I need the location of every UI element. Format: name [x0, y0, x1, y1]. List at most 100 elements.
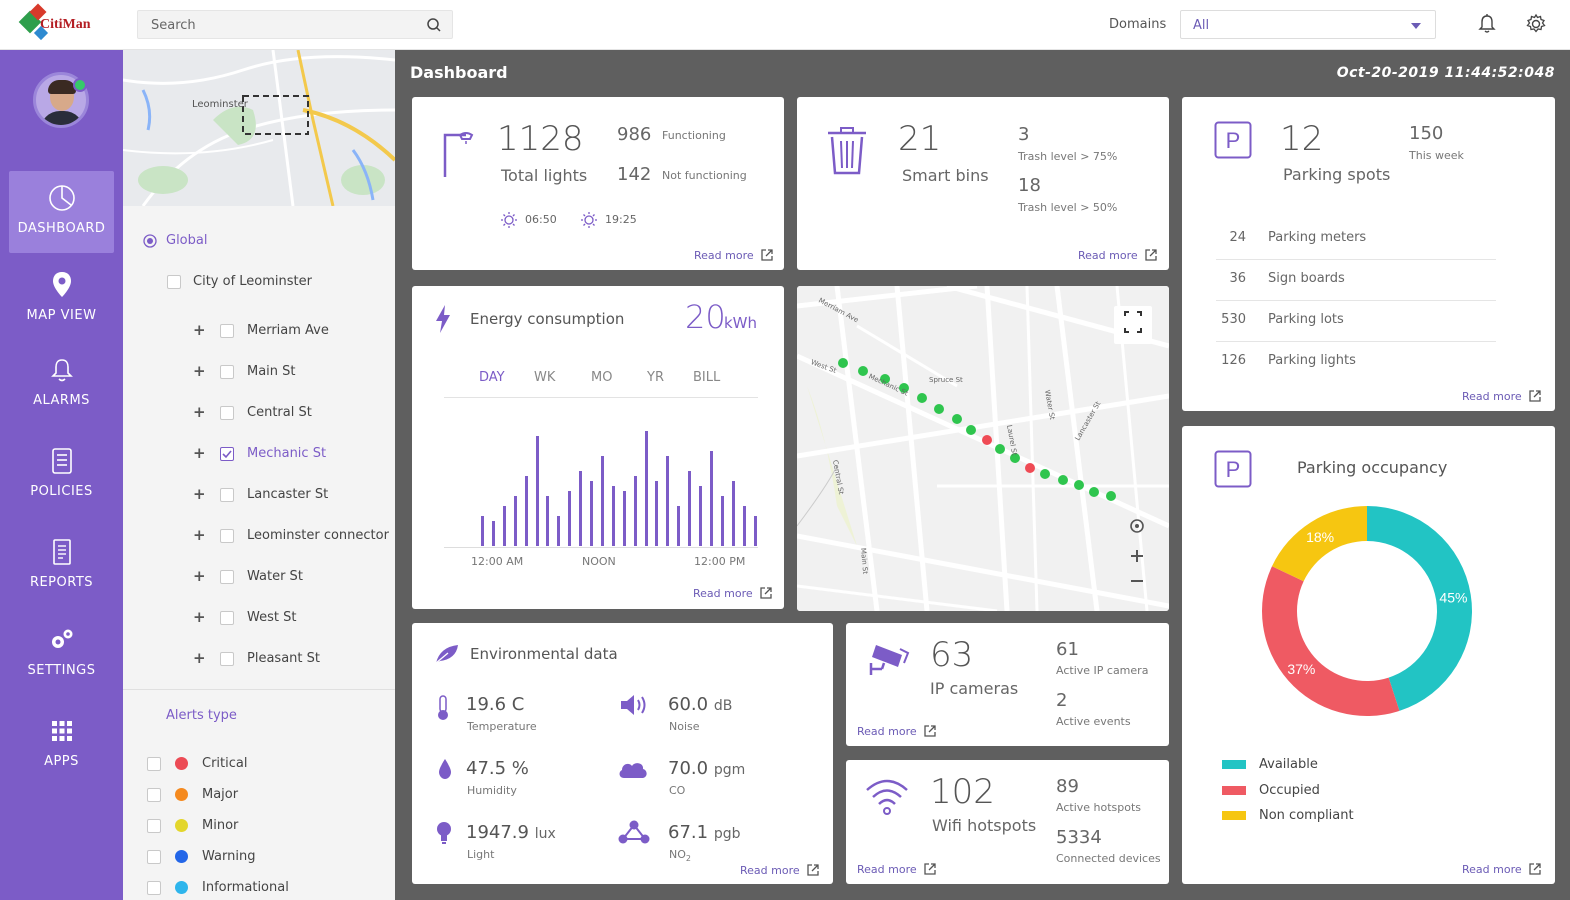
map-zoom-in-button[interactable]	[1127, 546, 1147, 566]
env-read-more[interactable]: Read more	[740, 863, 820, 877]
sensor-marker[interactable]	[952, 414, 962, 424]
energy-bar[interactable]	[633, 476, 637, 546]
parking-read-more[interactable]: Read more	[1462, 389, 1542, 403]
street-checkbox[interactable]	[220, 365, 234, 379]
energy-bar[interactable]	[481, 516, 484, 546]
energy-bar[interactable]	[579, 471, 583, 546]
expand-plus-icon[interactable]: +	[193, 526, 206, 544]
app-logo[interactable]: CitiMan	[14, 3, 109, 46]
energy-bar[interactable]	[688, 471, 692, 546]
radio-selected-icon[interactable]	[143, 234, 157, 248]
map-zoom-out-button[interactable]	[1127, 571, 1147, 591]
gear-icon[interactable]	[1525, 13, 1547, 35]
expand-plus-icon[interactable]: +	[193, 444, 206, 462]
energy-bar[interactable]	[557, 516, 561, 546]
sensor-marker[interactable]	[838, 358, 848, 368]
expand-plus-icon[interactable]: +	[193, 403, 206, 421]
search-input[interactable]: Search	[137, 10, 453, 39]
nav-dashboard[interactable]: DASHBOARD	[9, 171, 114, 253]
sensor-marker[interactable]	[934, 404, 944, 414]
sensor-marker[interactable]	[858, 366, 868, 376]
energy-bar[interactable]	[644, 431, 648, 546]
energy-bar[interactable]	[513, 496, 517, 546]
sensor-marker[interactable]	[1025, 463, 1035, 473]
domains-select[interactable]: All	[1180, 10, 1436, 39]
expand-plus-icon[interactable]: +	[193, 321, 206, 339]
street-checkbox[interactable]	[220, 529, 234, 543]
bins-read-more[interactable]: Read more	[1078, 248, 1158, 262]
wifi-read-more[interactable]: Read more	[857, 862, 937, 876]
sensor-marker[interactable]	[1106, 491, 1116, 501]
energy-bar[interactable]	[611, 486, 615, 546]
search-icon[interactable]	[426, 17, 442, 33]
expand-plus-icon[interactable]: +	[193, 608, 206, 626]
energy-bar[interactable]	[502, 506, 506, 546]
tab-wk[interactable]: WK	[534, 370, 555, 385]
sensor-marker[interactable]	[1040, 469, 1050, 479]
energy-bar[interactable]	[742, 506, 746, 546]
map-fullscreen-button[interactable]	[1114, 306, 1152, 344]
alert-checkbox[interactable]	[147, 881, 161, 895]
city-checkbox[interactable]	[167, 275, 181, 289]
mini-map[interactable]: Leominster	[123, 50, 395, 206]
sensor-marker[interactable]	[995, 444, 1005, 454]
energy-bar[interactable]	[568, 491, 572, 546]
sensor-marker[interactable]	[982, 435, 992, 445]
nav-settings[interactable]: SETTINGS	[9, 617, 114, 699]
street-checkbox[interactable]	[220, 324, 234, 338]
sensor-marker[interactable]	[917, 393, 927, 403]
energy-bar[interactable]	[677, 506, 681, 546]
street-checkbox[interactable]	[220, 447, 234, 461]
energy-bar[interactable]	[590, 481, 593, 546]
energy-bar[interactable]	[491, 521, 495, 546]
sensor-marker[interactable]	[1058, 475, 1068, 485]
street-checkbox[interactable]	[220, 488, 234, 502]
tab-mo[interactable]: MO	[591, 370, 612, 385]
tab-bill[interactable]: BILL	[693, 370, 720, 385]
cameras-read-more[interactable]: Read more	[857, 724, 937, 738]
tab-day[interactable]: DAY	[479, 370, 505, 385]
energy-bar[interactable]	[535, 436, 539, 546]
energy-bar[interactable]	[720, 496, 724, 546]
energy-bar[interactable]	[600, 456, 604, 546]
energy-bar[interactable]	[709, 451, 713, 546]
energy-bar[interactable]	[699, 486, 702, 546]
nav-alarms[interactable]: ALARMS	[9, 347, 114, 429]
nav-apps[interactable]: APPS	[9, 708, 114, 790]
expand-plus-icon[interactable]: +	[193, 567, 206, 585]
sensor-marker[interactable]	[966, 425, 976, 435]
energy-read-more[interactable]: Read more	[693, 586, 773, 600]
alert-checkbox[interactable]	[147, 757, 161, 771]
energy-bar[interactable]	[524, 476, 528, 546]
nav-policies[interactable]: POLICIES	[9, 438, 114, 520]
donut-slice-occupied[interactable]	[1262, 566, 1400, 716]
expand-plus-icon[interactable]: +	[193, 485, 206, 503]
energy-bar[interactable]	[546, 496, 550, 546]
street-checkbox[interactable]	[220, 611, 234, 625]
alert-checkbox[interactable]	[147, 819, 161, 833]
expand-plus-icon[interactable]: +	[193, 649, 206, 667]
energy-bar[interactable]	[753, 516, 757, 546]
energy-bar[interactable]	[666, 456, 670, 546]
sensor-marker[interactable]	[1089, 487, 1099, 497]
energy-bar[interactable]	[622, 491, 626, 546]
street-label: West St	[247, 610, 297, 625]
sensor-marker[interactable]	[1074, 480, 1084, 490]
energy-bar[interactable]	[655, 481, 659, 546]
expand-plus-icon[interactable]: +	[193, 362, 206, 380]
nav-map-view[interactable]: MAP VIEW	[9, 262, 114, 344]
lights-read-more[interactable]: Read more	[694, 248, 774, 262]
tab-yr[interactable]: YR	[647, 370, 664, 385]
alert-checkbox[interactable]	[147, 850, 161, 864]
alert-checkbox[interactable]	[147, 788, 161, 802]
cameras-total: 63	[930, 635, 974, 675]
occupancy-read-more[interactable]: Read more	[1462, 862, 1542, 876]
street-checkbox[interactable]	[220, 570, 234, 584]
street-checkbox[interactable]	[220, 406, 234, 420]
bell-icon[interactable]	[1477, 13, 1497, 35]
energy-bar[interactable]	[731, 481, 735, 546]
nav-reports[interactable]: REPORTS	[9, 529, 114, 611]
street-checkbox[interactable]	[220, 652, 234, 666]
map-locate-button[interactable]	[1127, 516, 1147, 536]
street-map[interactable]: Merriam Ave Mechanic St Central St Main …	[797, 286, 1169, 611]
